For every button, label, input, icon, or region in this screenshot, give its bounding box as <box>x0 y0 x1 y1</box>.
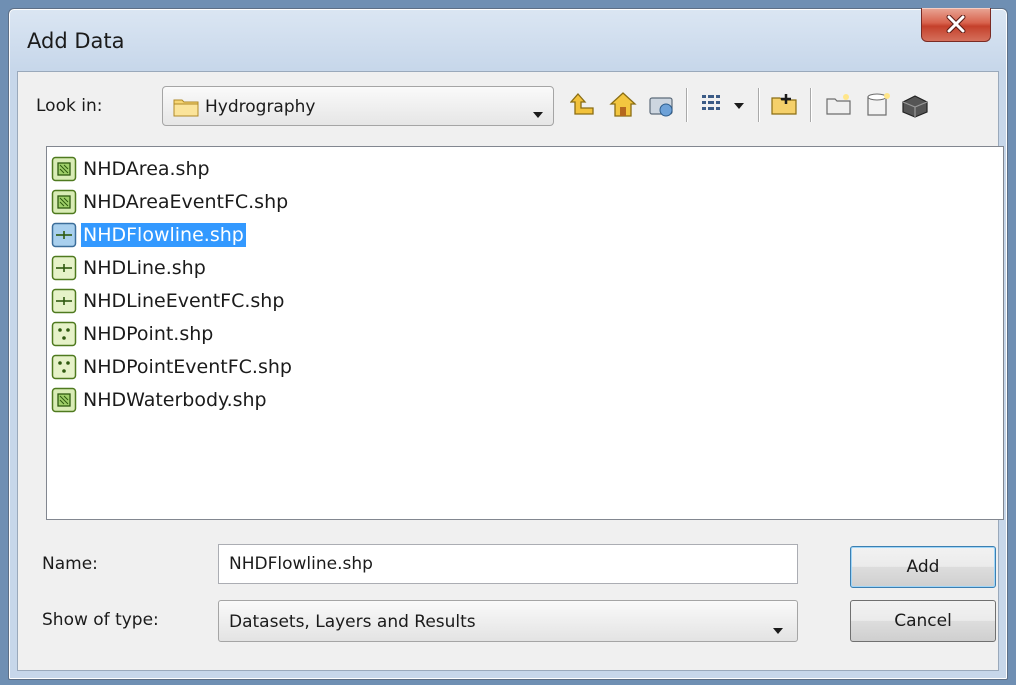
go-home-icon <box>609 92 637 117</box>
up-one-level-icon <box>570 93 594 115</box>
folder-icon <box>173 97 199 121</box>
view-dropdown-button[interactable] <box>730 90 748 120</box>
connect-folder-icon <box>771 94 797 115</box>
new-file-geodatabase-button[interactable] <box>864 90 894 120</box>
file-name: NHDFlowline.shp <box>81 222 246 247</box>
new-folder-button[interactable] <box>824 90 854 120</box>
view-list-button[interactable] <box>698 90 728 120</box>
list-item[interactable]: NHDLine.shp <box>51 252 208 283</box>
dialog-body: Look in: Hydrography NHDArea.shp NHDArea… <box>17 71 1004 671</box>
connect-folder-button[interactable] <box>770 90 800 120</box>
polygon-shapefile-icon <box>51 156 77 182</box>
toolbar-separator <box>758 88 760 122</box>
catalog-connections-icon <box>649 97 673 117</box>
list-item[interactable]: NHDAreaEventFC.shp <box>51 186 290 217</box>
file-name: NHDLineEventFC.shp <box>83 289 285 312</box>
file-name: NHDPoint.shp <box>83 322 214 345</box>
list-item[interactable]: NHDWaterbody.shp <box>51 384 269 415</box>
show-of-type-label: Show of type: <box>42 610 159 630</box>
catalog-connections-button[interactable] <box>646 90 676 120</box>
line-shapefile-icon <box>51 288 77 314</box>
title-bar[interactable]: Add Data <box>9 8 1007 71</box>
point-shapefile-icon <box>51 321 77 347</box>
go-home-button[interactable] <box>608 90 638 120</box>
file-name: NHDArea.shp <box>83 157 210 180</box>
toolbar-separator <box>686 88 688 122</box>
line-shapefile-icon <box>51 222 77 248</box>
polygon-shapefile-icon <box>51 387 77 413</box>
view-list-icon <box>702 95 720 110</box>
polygon-shapefile-icon <box>51 189 77 215</box>
chevron-down-icon <box>734 103 744 109</box>
line-shapefile-icon <box>51 255 77 281</box>
cancel-button[interactable]: Cancel <box>850 600 996 642</box>
add-data-dialog: Add Data Look in: Hydrography NHDArea.sh… <box>8 8 1008 680</box>
file-name: NHDAreaEventFC.shp <box>83 190 289 213</box>
name-label: Name: <box>42 554 98 574</box>
window-title: Add Data <box>27 29 125 53</box>
new-personal-geodatabase-button[interactable] <box>900 90 930 120</box>
chevron-down-icon <box>773 619 783 638</box>
list-item-selected[interactable]: NHDFlowline.shp <box>51 219 246 250</box>
new-folder-icon <box>826 94 851 115</box>
close-button[interactable] <box>921 8 991 42</box>
chevron-down-icon <box>533 103 543 122</box>
file-name: NHDPointEventFC.shp <box>83 355 292 378</box>
list-item[interactable]: NHDPointEventFC.shp <box>51 351 294 382</box>
file-name: NHDLine.shp <box>83 256 206 279</box>
look-in-dropdown[interactable]: Hydrography <box>162 86 554 126</box>
point-shapefile-icon <box>51 354 77 380</box>
file-name: NHDWaterbody.shp <box>83 388 267 411</box>
new-file-geodatabase-icon <box>867 93 890 116</box>
look-in-value: Hydrography <box>205 97 316 117</box>
new-personal-geodatabase-icon <box>902 95 928 118</box>
look-in-label: Look in: <box>36 96 103 116</box>
add-button[interactable]: Add <box>850 546 996 588</box>
list-item[interactable]: NHDArea.shp <box>51 153 212 184</box>
show-of-type-value: Datasets, Layers and Results <box>229 612 476 632</box>
list-item[interactable]: NHDLineEventFC.shp <box>51 285 286 316</box>
list-item[interactable]: NHDPoint.shp <box>51 318 215 349</box>
file-list[interactable]: NHDArea.shp NHDAreaEventFC.shp NHDFlowli… <box>46 146 1004 520</box>
up-one-level-button[interactable] <box>570 90 600 120</box>
name-input[interactable]: NHDFlowline.shp <box>218 544 798 584</box>
toolbar-separator <box>810 88 812 122</box>
close-icon <box>946 15 966 33</box>
show-of-type-dropdown[interactable]: Datasets, Layers and Results <box>218 600 798 642</box>
